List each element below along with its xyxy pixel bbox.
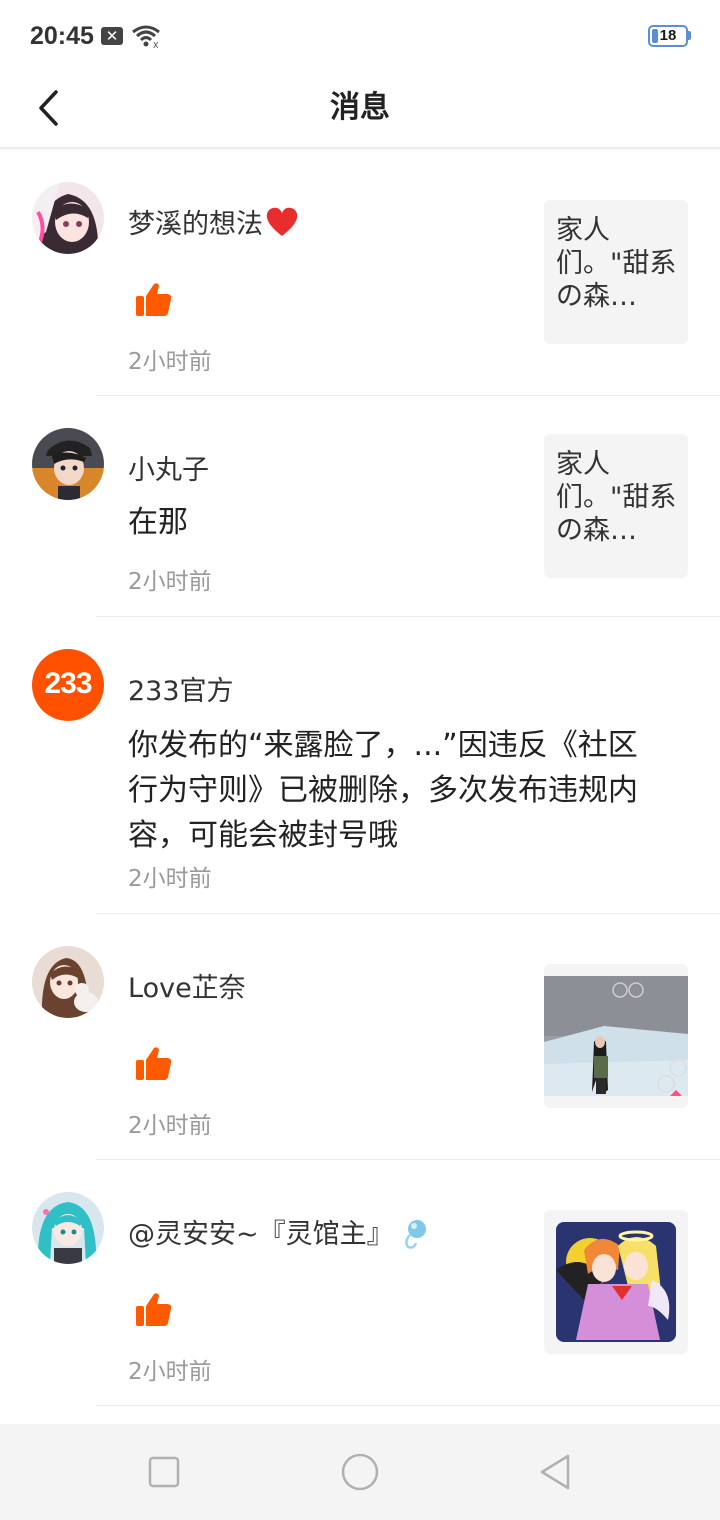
- battery-level: 18: [659, 27, 677, 44]
- notification-icon: ✕: [101, 27, 123, 45]
- sender-name[interactable]: Love芷奈: [128, 966, 246, 1005]
- divider: [96, 1405, 720, 1406]
- official-avatar[interactable]: 233: [32, 649, 104, 721]
- thumbs-up-icon: [136, 283, 172, 316]
- battery-icon: 18: [648, 25, 688, 47]
- post-thumbnail[interactable]: [544, 1210, 688, 1354]
- timestamp: 2小时前: [128, 1113, 212, 1139]
- post-thumbnail[interactable]: 家人们。"甜系の森…: [544, 200, 688, 344]
- timestamp: 2小时前: [128, 349, 212, 375]
- sender-name-text: @灵安安~『灵馆主』: [128, 1219, 394, 1250]
- system-message-text: 你发布的“来露脸了，...”因违反《社区行为守则》已被删除，多次发布违规内容，可…: [128, 728, 638, 853]
- status-bar: 20:45 ✕ X 18: [0, 0, 720, 72]
- avatar[interactable]: [32, 182, 104, 254]
- avatar[interactable]: [32, 428, 104, 500]
- thumbnail-text: 家人们。"甜系の森…: [556, 449, 677, 546]
- avatar-image: [32, 946, 104, 1018]
- game-screenshot-image: [544, 976, 688, 1096]
- timestamp: 2小时前: [128, 1359, 212, 1385]
- wifi-icon: X: [132, 25, 160, 48]
- avatar-image: [32, 1192, 104, 1264]
- post-thumbnail[interactable]: [544, 964, 688, 1108]
- avatar[interactable]: [32, 1192, 104, 1264]
- list-item[interactable]: 梦溪的想法 2小时前 家人们。"甜系の森…: [0, 150, 720, 396]
- list-item[interactable]: @灵安安~『灵馆主』 2小时前: [0, 1160, 720, 1406]
- avatar[interactable]: [32, 946, 104, 1018]
- sender-name[interactable]: 小丸子: [128, 448, 209, 487]
- anime-illustration-image: [556, 1222, 676, 1342]
- list-item[interactable]: 小丸子 在那 2小时前 家人们。"甜系の森…: [0, 396, 720, 617]
- timestamp: 2小时前: [128, 866, 212, 892]
- timestamp: 2小时前: [128, 569, 212, 595]
- avatar-image: [32, 182, 104, 254]
- battery-nub: [687, 31, 691, 40]
- status-time: 20:45: [30, 22, 94, 50]
- circle-icon[interactable]: [340, 1452, 380, 1492]
- square-icon[interactable]: [144, 1452, 184, 1492]
- sender-name[interactable]: @灵安安~『灵馆主』: [128, 1212, 430, 1251]
- header: 消息: [0, 72, 720, 149]
- comment-text: 在那: [128, 505, 188, 540]
- sender-name-text: 梦溪的想法: [128, 209, 263, 240]
- post-thumbnail[interactable]: 家人们。"甜系の森…: [544, 434, 688, 578]
- list-item[interactable]: Love芷奈 2小时前: [0, 914, 720, 1160]
- sender-name[interactable]: 梦溪的想法: [128, 202, 299, 241]
- svg-text:X: X: [153, 41, 159, 48]
- ornament-icon: [404, 1220, 426, 1249]
- sender-name[interactable]: 233官方: [128, 669, 234, 708]
- thumbs-up-icon: [136, 1293, 172, 1326]
- page-title: 消息: [330, 90, 390, 125]
- system-nav-bar: [0, 1424, 720, 1520]
- list-item[interactable]: 233 233官方 你发布的“来露脸了，...”因违反《社区行为守则》已被删除，…: [0, 617, 720, 914]
- thumbs-up-icon: [136, 1047, 172, 1080]
- avatar-image: [32, 428, 104, 500]
- heart-icon: [266, 207, 298, 236]
- avatar-text: 233: [44, 667, 92, 700]
- thumbnail-text: 家人们。"甜系の森…: [556, 215, 677, 312]
- triangle-back-icon[interactable]: [536, 1452, 576, 1492]
